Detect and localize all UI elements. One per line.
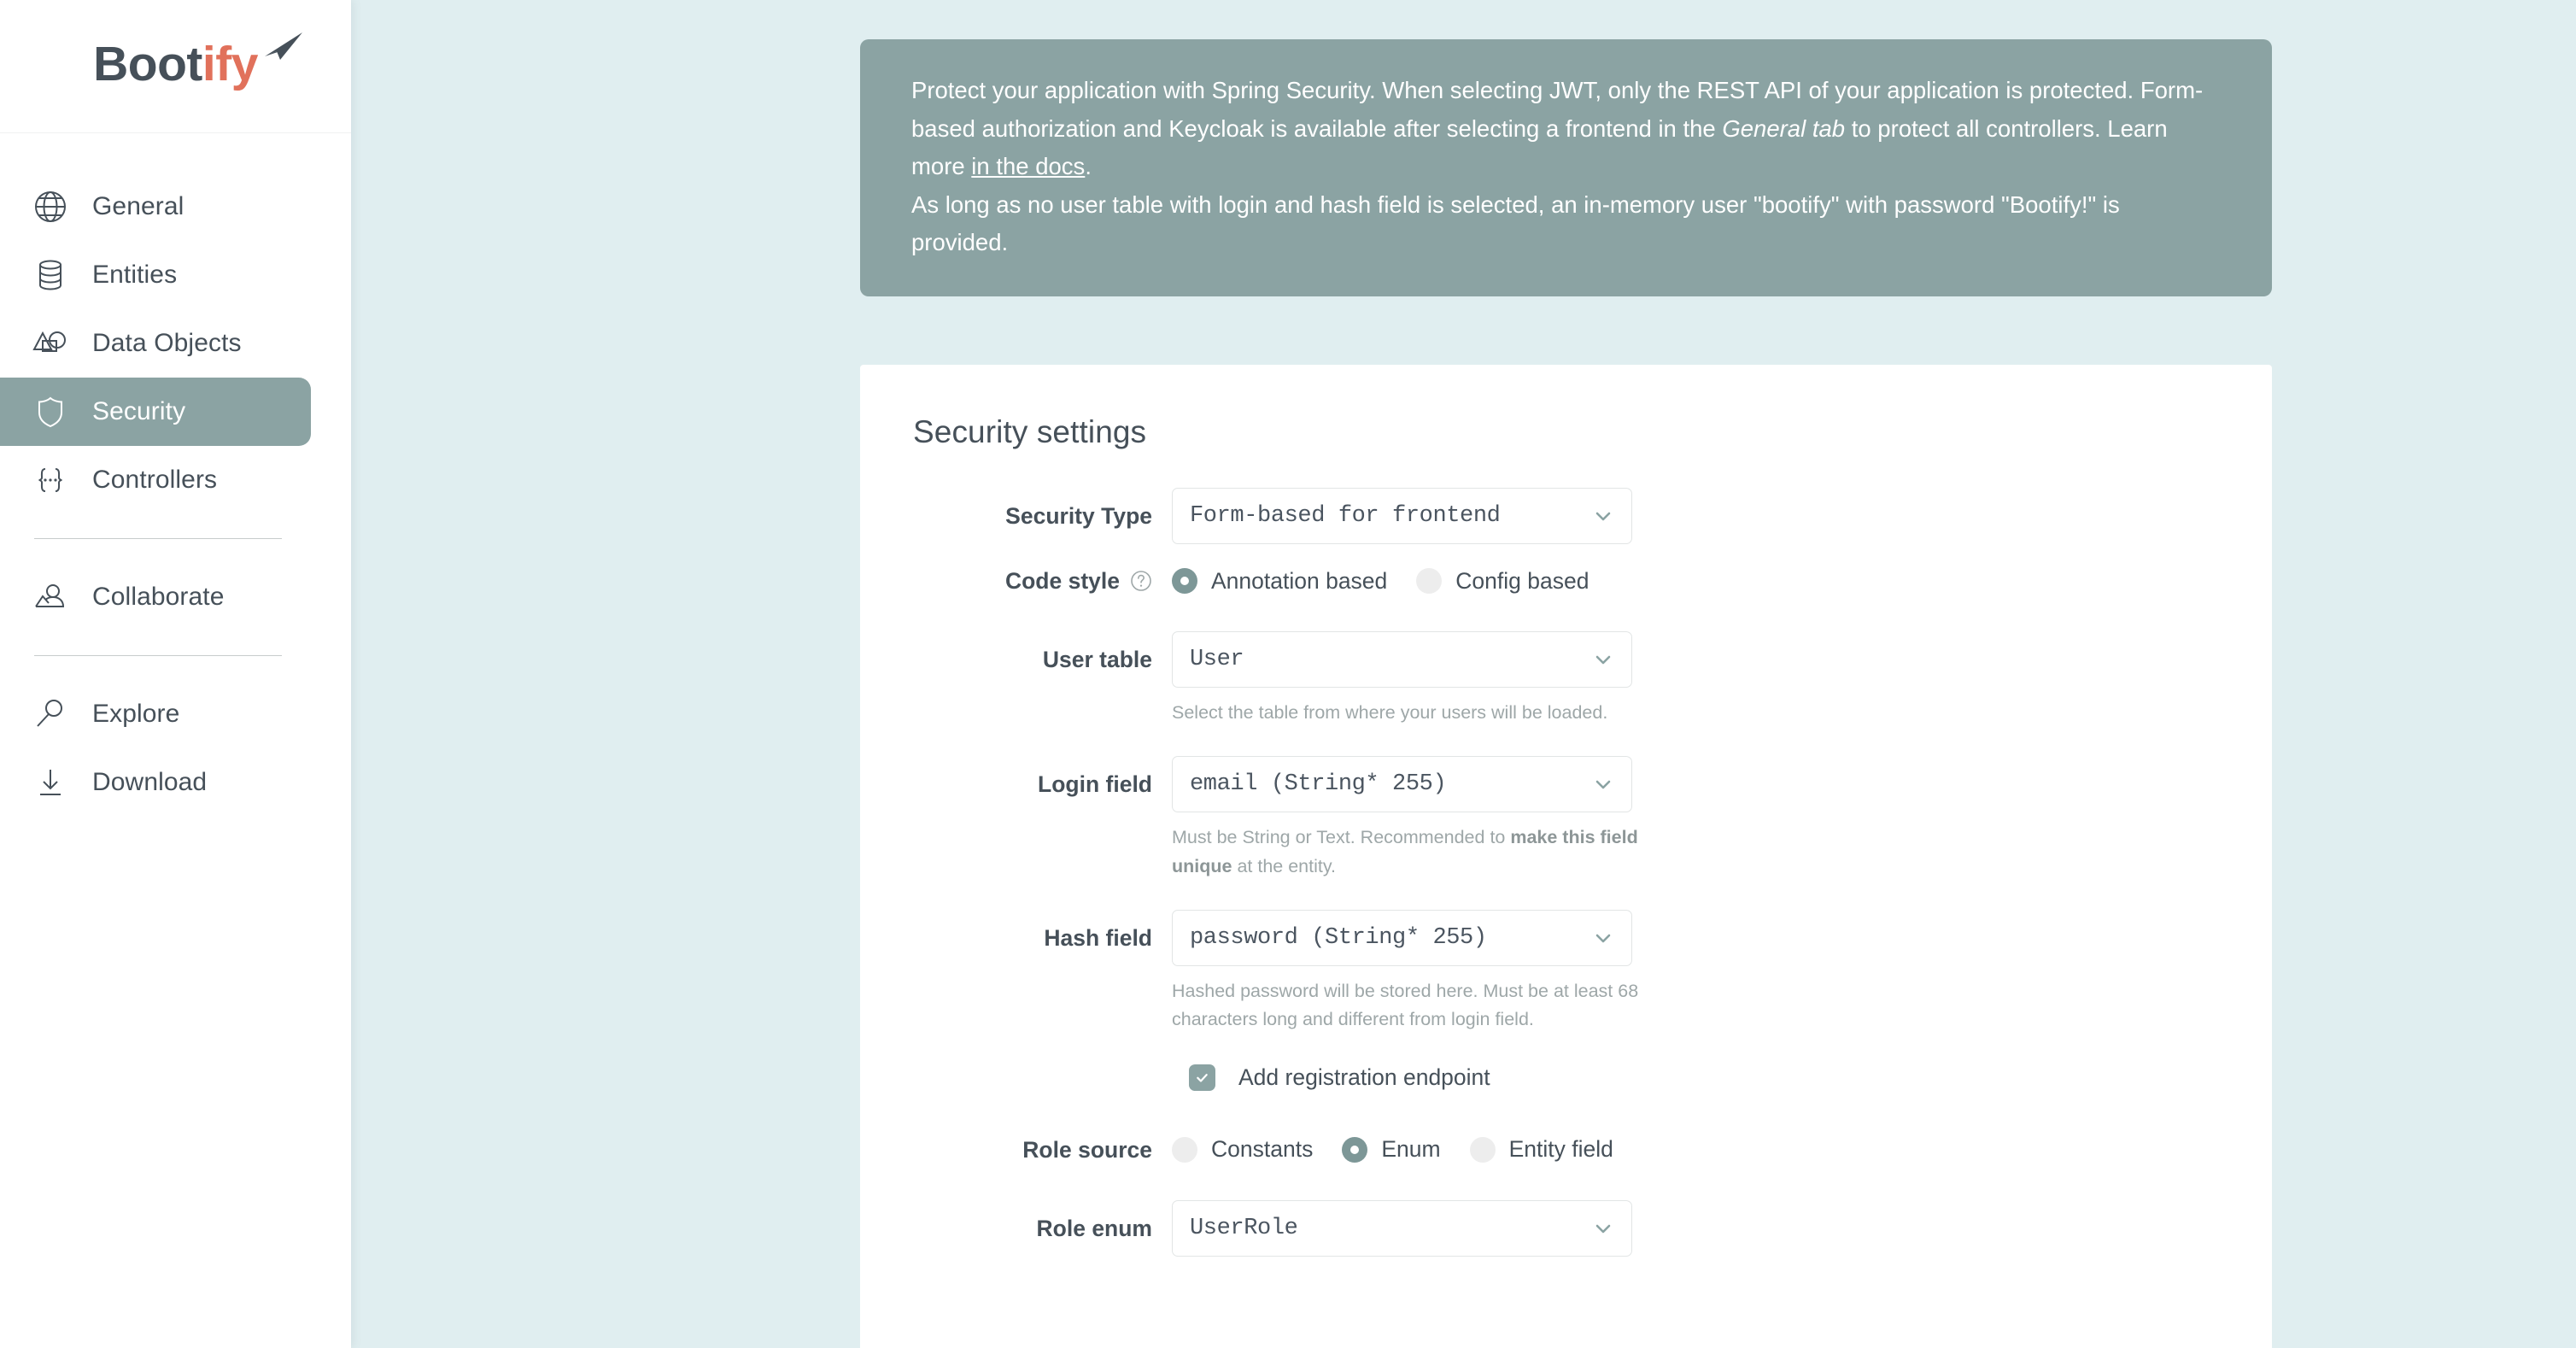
radio-label: Annotation based [1211, 568, 1387, 595]
login-hint-a: Must be String or Text. Recommended to [1172, 827, 1510, 847]
sidebar-item-collaborate[interactable]: Collaborate [0, 563, 311, 631]
radio-indicator [1172, 568, 1197, 594]
sidebar-item-label: Data Objects [92, 329, 242, 358]
login-field-label: Login field [913, 756, 1172, 812]
user-table-hint: Select the table from where your users w… [1172, 699, 1676, 727]
login-hint-b: at the entity. [1232, 856, 1336, 876]
sidebar-item-label: Controllers [92, 466, 217, 495]
registration-endpoint-label: Add registration endpoint [1238, 1064, 1490, 1091]
radio-indicator [1342, 1137, 1367, 1163]
chevron-down-icon [1590, 925, 1616, 951]
field-code-style: Code style Annotation based Config based [860, 553, 2272, 609]
radio-label: Config based [1455, 568, 1589, 595]
login-field-value: email (String* 255) [1190, 771, 1590, 797]
paper-plane-icon [263, 31, 306, 65]
sidebar-nav: General Entities Data Obj [0, 133, 351, 817]
hash-field-select[interactable]: password (String* 255) [1172, 910, 1632, 966]
question-circle-icon[interactable] [1130, 570, 1152, 592]
sidebar-item-download[interactable]: Download [0, 748, 311, 817]
magnifier-icon [31, 695, 70, 734]
user-table-label: User table [913, 631, 1172, 688]
sidebar-item-explore[interactable]: Explore [0, 680, 311, 748]
sidebar-item-data-objects[interactable]: Data Objects [0, 309, 311, 378]
radio-indicator [1172, 1137, 1197, 1163]
radio-enum[interactable]: Enum [1342, 1136, 1440, 1163]
sidebar-divider [34, 538, 282, 539]
chevron-down-icon [1590, 647, 1616, 672]
security-type-label: Security Type [913, 488, 1172, 544]
banner-text-c: . [1085, 153, 1092, 179]
check-icon [1194, 1070, 1210, 1086]
radio-indicator [1416, 568, 1442, 594]
code-braces-icon [31, 460, 70, 500]
code-style-label-wrap: Code style [913, 553, 1172, 609]
logo[interactable]: Bootify [0, 0, 351, 133]
info-banner: Protect your application with Spring Sec… [860, 39, 2272, 296]
sidebar-item-label: Download [92, 768, 207, 797]
field-login-field: Login field email (String* 255) Must be … [860, 756, 2272, 881]
field-role-source: Role source Constants Enum Entity field [860, 1122, 2272, 1178]
sidebar-item-label: Security [92, 397, 185, 426]
code-style-label: Code style [1005, 568, 1120, 595]
role-enum-value: UserRole [1190, 1216, 1590, 1241]
banner-paragraph-1: Protect your application with Spring Sec… [911, 72, 2221, 186]
shapes-icon [31, 324, 70, 363]
role-source-label: Role source [913, 1122, 1172, 1178]
sidebar-item-label: Collaborate [92, 583, 225, 612]
hash-field-value: password (String* 255) [1190, 925, 1590, 951]
security-type-select[interactable]: Form-based for frontend [1172, 488, 1632, 544]
database-icon [31, 255, 70, 295]
radio-annotation-based[interactable]: Annotation based [1172, 568, 1387, 595]
sidebar-item-label: Entities [92, 261, 177, 290]
sidebar-item-label: General [92, 192, 184, 221]
radio-label: Enum [1381, 1136, 1440, 1163]
role-enum-select[interactable]: UserRole [1172, 1200, 1632, 1257]
radio-config-based[interactable]: Config based [1416, 568, 1589, 595]
security-settings-card: Security settings Security Type Form-bas… [860, 365, 2272, 1348]
login-field-hint: Must be String or Text. Recommended to m… [1172, 823, 1676, 881]
field-hash-field: Hash field password (String* 255) Hashed… [860, 910, 2272, 1034]
download-icon [31, 763, 70, 802]
banner-emphasis: General tab [1722, 115, 1845, 142]
main-content: Protect your application with Spring Sec… [351, 0, 2576, 1348]
radio-constants[interactable]: Constants [1172, 1136, 1313, 1163]
logo-text: Bootify [93, 36, 258, 92]
field-security-type: Security Type Form-based for frontend [860, 488, 2272, 544]
sidebar-item-label: Explore [92, 700, 179, 729]
user-table-select[interactable]: User [1172, 631, 1632, 688]
logo-text-accent: ify [202, 37, 258, 91]
sidebar-item-entities[interactable]: Entities [0, 241, 311, 309]
field-role-enum: Role enum UserRole [860, 1200, 2272, 1257]
radio-entity-field[interactable]: Entity field [1470, 1136, 1613, 1163]
sidebar-divider [34, 655, 282, 656]
docs-link[interactable]: in the docs [971, 153, 1085, 179]
radio-label: Entity field [1509, 1136, 1613, 1163]
globe-icon [31, 187, 70, 226]
radio-label: Constants [1211, 1136, 1313, 1163]
banner-paragraph-2: As long as no user table with login and … [911, 186, 2221, 262]
chevron-down-icon [1590, 771, 1616, 797]
page-title: Security settings [860, 414, 2272, 450]
logo-text-primary: Boot [93, 37, 202, 91]
sidebar-item-security[interactable]: Security [0, 378, 311, 446]
field-user-table: User table User Select the table from wh… [860, 631, 2272, 727]
hash-field-hint: Hashed password will be stored here. Mus… [1172, 977, 1676, 1034]
registration-endpoint-checkbox[interactable] [1189, 1064, 1215, 1091]
role-enum-label: Role enum [913, 1200, 1172, 1257]
code-style-radio-group: Annotation based Config based [1172, 553, 2272, 609]
field-registration-endpoint: Add registration endpoint [860, 1050, 2272, 1106]
chevron-down-icon [1590, 503, 1616, 529]
sidebar-item-general[interactable]: General [0, 173, 311, 241]
hash-field-label: Hash field [913, 910, 1172, 966]
role-source-radio-group: Constants Enum Entity field [1172, 1122, 2272, 1178]
login-field-select[interactable]: email (String* 255) [1172, 756, 1632, 812]
radio-indicator [1470, 1137, 1496, 1163]
chevron-down-icon [1590, 1216, 1616, 1241]
sidebar-item-controllers[interactable]: Controllers [0, 446, 311, 514]
people-icon [31, 577, 70, 617]
shield-icon [31, 392, 70, 431]
sidebar: Bootify General [0, 0, 351, 1348]
security-type-value: Form-based for frontend [1190, 503, 1590, 529]
user-table-value: User [1190, 647, 1590, 672]
